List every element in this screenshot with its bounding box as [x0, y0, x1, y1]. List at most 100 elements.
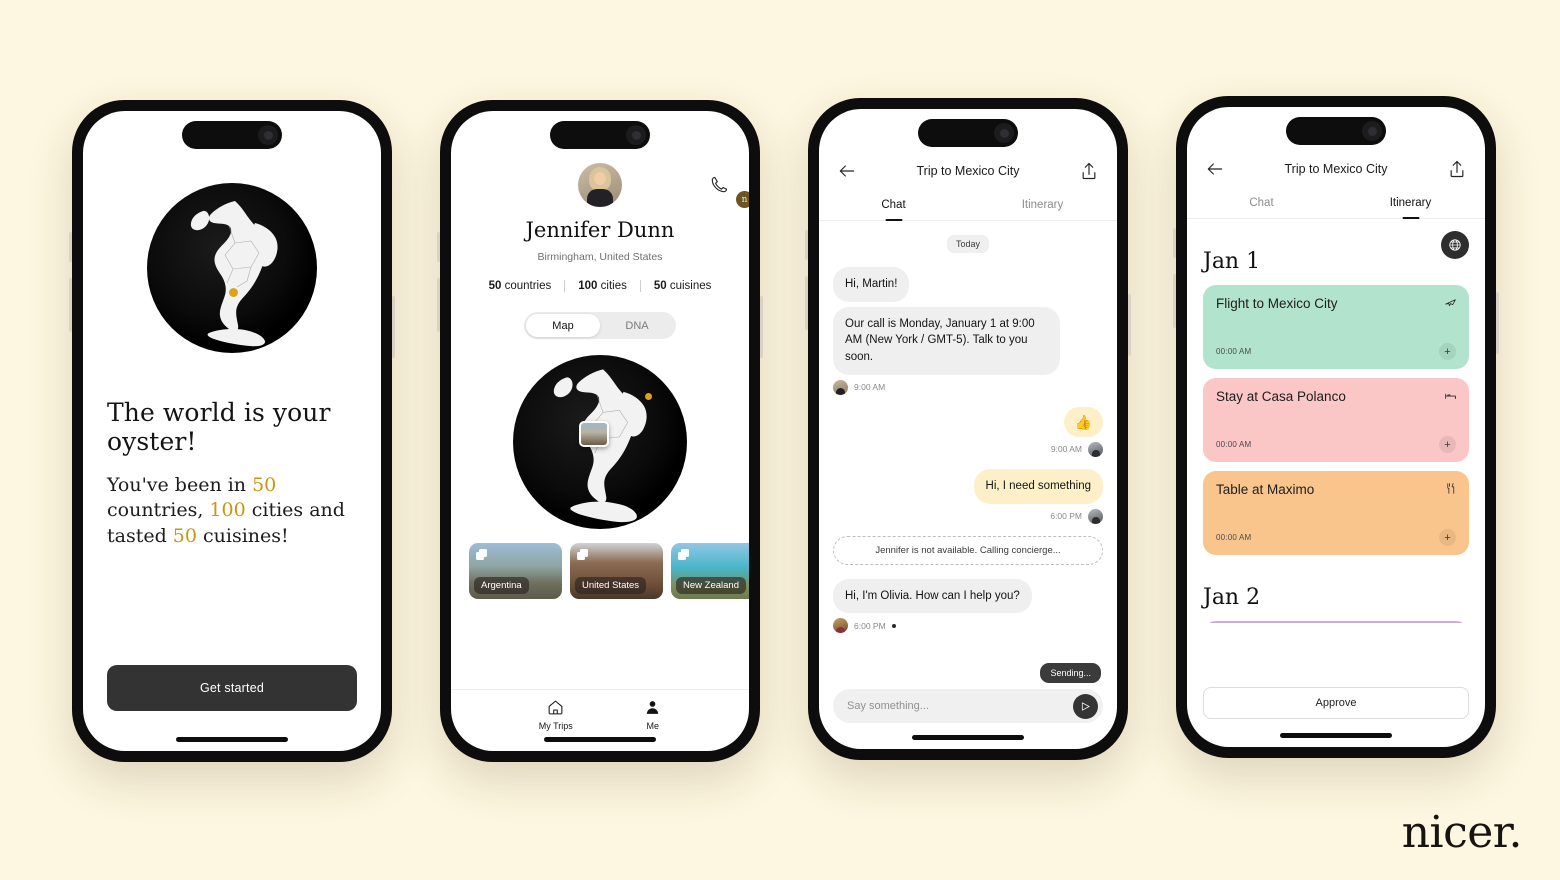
message-row: 👍 [833, 406, 1103, 437]
share-icon[interactable] [1079, 161, 1099, 181]
stat-cities: 100 [209, 499, 246, 522]
country-card-label: Argentina [474, 577, 529, 594]
message-bubble: Hi, I'm Olivia. How can I help you? [833, 578, 1032, 614]
stat-divider [564, 280, 566, 292]
country-card-label: United States [575, 577, 647, 594]
stat-countries: 50 [252, 473, 277, 496]
airplane-icon [1445, 299, 1456, 307]
tab-chat[interactable]: Chat [819, 199, 968, 220]
tab-chat[interactable]: Chat [1187, 197, 1336, 218]
itinerary-title: Trip to Mexico City [1284, 162, 1388, 176]
screen-onboarding: The world is your oyster! You've been in… [83, 111, 381, 751]
globe-south-america-icon [190, 201, 278, 347]
add-button[interactable]: + [1439, 343, 1456, 360]
home-indicator [912, 735, 1024, 740]
layers-icon [577, 549, 588, 560]
profile-location: Birmingham, United States [537, 251, 663, 263]
message-input[interactable] [847, 700, 1073, 712]
add-button[interactable]: + [1439, 529, 1456, 546]
globe-icon [1449, 239, 1461, 251]
itinerary-card-title: Stay at Casa Polanco [1216, 389, 1346, 404]
message-bubble: Hi, I need something [973, 468, 1103, 504]
message-row: Hi, Martin! [833, 267, 1103, 302]
page-subtitle: You've been in 50 countries, 100 cities … [107, 473, 357, 550]
tab-itinerary[interactable]: Itinerary [968, 199, 1117, 220]
itinerary-card-event[interactable] [1203, 621, 1469, 623]
tab-label: My Trips [538, 720, 573, 731]
front-camera-icon [1362, 121, 1382, 141]
itinerary-card-restaurant[interactable]: Table at Maximo 00:00 AM + [1203, 471, 1469, 555]
tab-label: Me [646, 720, 659, 731]
avatar [1088, 441, 1103, 457]
message-meta: 9:00 AM [833, 441, 1103, 457]
approve-button[interactable]: Approve [1203, 687, 1469, 719]
itinerary-card-time: 00:00 AM [1216, 440, 1252, 449]
dynamic-island [550, 121, 650, 149]
message-bubble: Hi, Martin! [833, 267, 910, 302]
itinerary-card-hotel[interactable]: Stay at Casa Polanco 00:00 AM + [1203, 378, 1469, 462]
itinerary-tabs: Chat Itinerary [1187, 197, 1485, 219]
country-card[interactable]: New Zealand [671, 543, 749, 599]
message-meta: 6:00 PM [833, 618, 1103, 634]
country-card[interactable]: Argentina [469, 543, 562, 599]
country-card-label: New Zealand [676, 577, 746, 594]
avatar [1088, 508, 1103, 524]
sending-indicator: Sending... [1040, 663, 1101, 683]
country-card[interactable]: United States [570, 543, 663, 599]
front-camera-icon [994, 123, 1014, 143]
phone-side-button [1128, 294, 1131, 356]
cutlery-icon [1447, 483, 1455, 494]
tab-my-trips[interactable]: My Trips [539, 699, 573, 731]
avatar[interactable]: n [451, 163, 749, 208]
phone-itinerary: Trip to Mexico City Chat Itinerary Jan 1 [1173, 96, 1499, 758]
itinerary-card-title: Flight to Mexico City [1216, 296, 1338, 311]
tab-me[interactable]: Me [644, 699, 661, 731]
dynamic-island [182, 121, 282, 149]
photo-marker[interactable] [579, 421, 609, 447]
system-notice: Jennifer is not available. Calling conci… [833, 535, 1103, 565]
back-arrow-icon[interactable] [837, 161, 857, 181]
itinerary-card-title: Table at Maximo [1216, 482, 1315, 497]
message-time: 6:00 PM [1050, 511, 1082, 522]
location-pin [645, 393, 652, 400]
phone-chat: Trip to Mexico City Chat Itinerary Today… [805, 98, 1131, 760]
message-meta: 6:00 PM [833, 508, 1103, 524]
segment-dna[interactable]: DNA [600, 314, 674, 337]
send-button[interactable] [1073, 693, 1098, 719]
home-icon [548, 700, 563, 714]
stat-cities: 100 cities [578, 280, 627, 292]
brand-wordmark: nicer. [1401, 807, 1523, 858]
phone-side-button [760, 296, 763, 358]
country-card-list[interactable]: Argentina United States New Zealand [451, 529, 749, 599]
day-header: Jan 1 [1203, 249, 1261, 274]
tab-itinerary[interactable]: Itinerary [1336, 197, 1485, 218]
front-camera-icon [626, 125, 646, 145]
phone-side-button [1496, 292, 1499, 354]
message-time: 9:00 AM [854, 382, 886, 393]
stat-cuisines: 50 cuisines [653, 280, 712, 292]
segment-map[interactable]: Map [526, 314, 600, 337]
message-bubble: Our call is Monday, January 1 at 9:00 AM… [833, 306, 1060, 375]
page-title: The world is your oyster! [107, 398, 331, 456]
profile-globe[interactable] [451, 355, 749, 529]
bed-icon [1445, 393, 1456, 399]
itinerary-card-time: 00:00 AM [1216, 533, 1252, 542]
add-button[interactable]: + [1439, 436, 1456, 453]
phone-onboarding: The world is your oyster! You've been in… [69, 100, 395, 762]
share-icon[interactable] [1447, 159, 1467, 179]
dynamic-island [918, 119, 1018, 147]
message-meta: 9:00 AM [833, 379, 1103, 395]
back-arrow-icon[interactable] [1205, 159, 1225, 179]
day-divider: Today [946, 235, 990, 253]
person-icon [647, 700, 659, 714]
itinerary-card-flight[interactable]: Flight to Mexico City 00:00 AM + [1203, 285, 1469, 369]
subtitle-pre: You've been in [107, 473, 253, 496]
stat-countries: 50 countries [488, 280, 552, 292]
globe-fab-button[interactable] [1441, 231, 1469, 259]
message-time: 9:00 AM [1050, 444, 1082, 455]
get-started-button[interactable]: Get started [107, 665, 357, 711]
home-indicator [176, 737, 288, 742]
screen-profile: n Jennifer Dunn Birmingham, United State… [451, 111, 749, 751]
message-composer[interactable] [833, 689, 1103, 723]
verified-badge: n [736, 191, 749, 208]
